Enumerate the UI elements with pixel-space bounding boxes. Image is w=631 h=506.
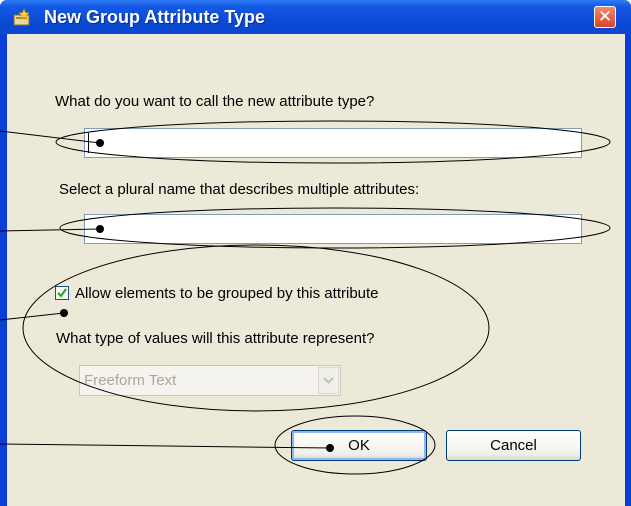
callout-ellipse-ok — [274, 415, 436, 475]
callout-dot-plural — [96, 225, 104, 233]
callout-annotations — [0, 120, 611, 475]
callout-ellipse-name — [55, 120, 611, 164]
callout-dot-name — [96, 139, 104, 147]
callout-line-ok — [0, 443, 331, 449]
callout-dot-grouping — [60, 309, 68, 317]
callout-line-grouping — [0, 312, 65, 321]
callout-line-plural — [0, 228, 101, 232]
callout-dot-ok — [326, 444, 334, 452]
callout-ellipse-plural — [59, 207, 611, 249]
callout-ellipse-grouping — [22, 244, 490, 412]
